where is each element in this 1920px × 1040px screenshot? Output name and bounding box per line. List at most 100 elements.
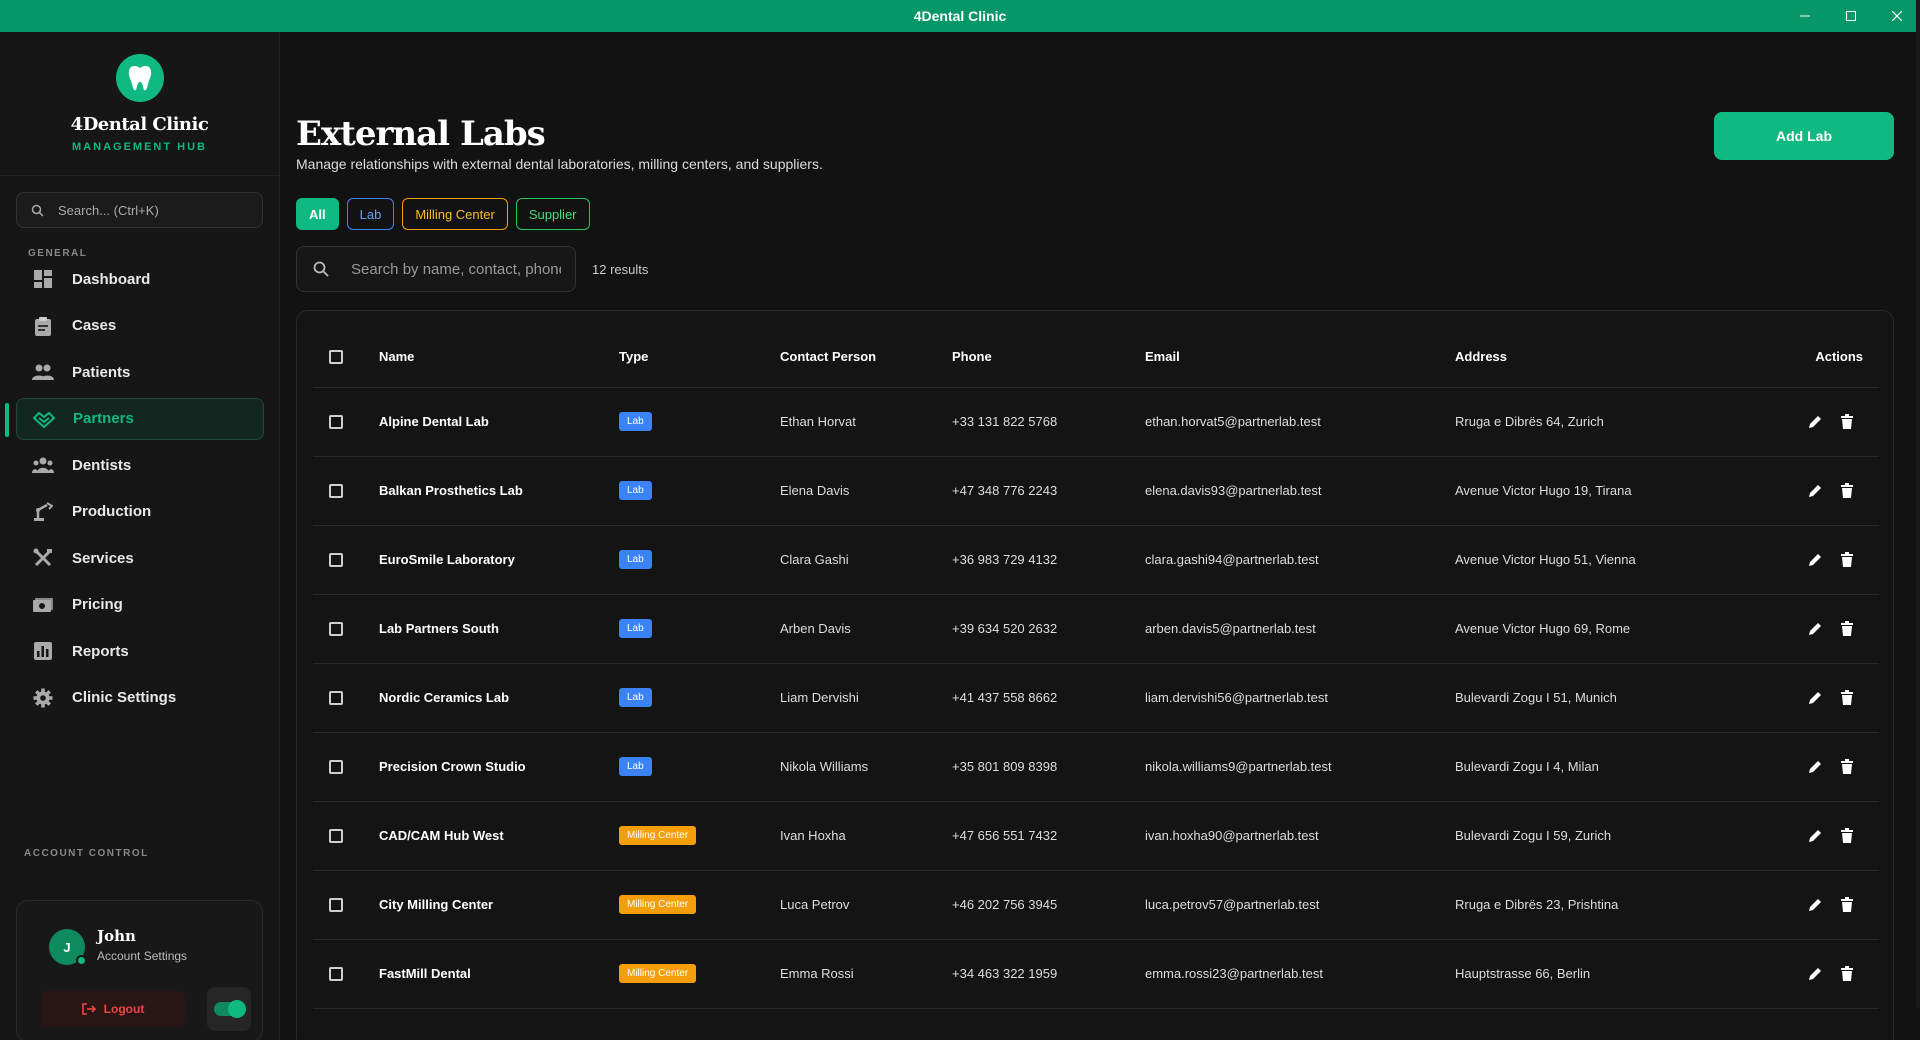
trash-icon — [1841, 483, 1853, 498]
avatar[interactable]: J — [49, 929, 87, 966]
row-checkbox[interactable] — [329, 483, 343, 498]
row-checkbox[interactable] — [329, 414, 343, 429]
window-controls — [1782, 0, 1920, 32]
filter-lab[interactable]: Lab — [346, 198, 395, 230]
section-label-account: ACCOUNT CONTROL — [24, 848, 149, 859]
sidebar-item-patients[interactable]: Patients — [16, 351, 264, 393]
logout-icon — [81, 1003, 96, 1015]
table-search-input[interactable] — [351, 260, 561, 278]
sidebar-item-services[interactable]: Services — [16, 537, 264, 579]
table-row[interactable]: EuroSmile Laboratory Lab Clara Gashi +36 98… — [313, 525, 1879, 595]
sidebar-item-dashboard[interactable]: Dashboard — [16, 258, 264, 300]
chart-icon — [32, 640, 54, 662]
delete-button[interactable] — [1841, 621, 1853, 636]
account-panel: J John Account Settings Logout — [16, 900, 263, 1040]
sidebar-item-production[interactable]: Production — [16, 491, 264, 533]
theme-toggle[interactable] — [207, 987, 251, 1031]
page-scrollbar[interactable] — [1916, 0, 1920, 1008]
select-all-checkbox[interactable] — [329, 349, 343, 364]
row-checkbox[interactable] — [329, 759, 343, 774]
table-row[interactable]: FastMill Dental Milling Center Emma Rossi +… — [313, 939, 1879, 1009]
sidebar-item-pricing[interactable]: Pricing — [16, 584, 264, 626]
lab-name[interactable]: EuroSmile Laboratory — [379, 525, 619, 595]
table-row[interactable]: Lab Partners South Lab Arben Davis +39 634 … — [313, 594, 1879, 664]
edit-button[interactable] — [1808, 690, 1823, 705]
lab-name[interactable]: FastMill Dental — [379, 939, 619, 1009]
column-phone[interactable]: Phone — [952, 327, 1145, 388]
sidebar-search[interactable]: Search... (Ctrl+K) — [16, 192, 263, 228]
close-button[interactable] — [1874, 0, 1920, 32]
type-cell: Milling Center — [619, 939, 780, 1009]
row-checkbox[interactable] — [329, 552, 343, 567]
edit-button[interactable] — [1808, 552, 1823, 567]
sidebar-item-label: Patients — [72, 363, 131, 381]
lab-name[interactable]: Precision Crown Studio — [379, 732, 619, 802]
address: Avenue Victor Hugo 51, Vienna — [1455, 525, 1705, 595]
filter-supplier[interactable]: Supplier — [515, 198, 590, 230]
column-name[interactable]: Name — [379, 327, 619, 388]
labs-table: Name Type Contact Person Phone Email Add… — [313, 327, 1879, 1009]
minimize-button[interactable] — [1782, 0, 1828, 32]
column-address[interactable]: Address — [1455, 327, 1705, 388]
table-row[interactable]: Nordic Ceramics Lab Lab Liam Dervishi +41 4… — [313, 663, 1879, 733]
edit-button[interactable] — [1808, 621, 1823, 636]
edit-button[interactable] — [1808, 828, 1823, 843]
online-status-dot — [76, 955, 87, 966]
lab-name[interactable]: Lab Partners South — [379, 594, 619, 664]
sidebar-item-dentists[interactable]: Dentists — [16, 444, 264, 486]
trash-icon — [1841, 897, 1853, 912]
column-type[interactable]: Type — [619, 327, 780, 388]
table-row[interactable]: CAD/CAM Hub West Milling Center Ivan Hoxha… — [313, 801, 1879, 871]
lab-name[interactable]: Alpine Dental Lab — [379, 387, 619, 457]
actions-cell — [1705, 870, 1879, 940]
delete-button[interactable] — [1841, 483, 1853, 498]
sidebar-search-placeholder: Search... (Ctrl+K) — [58, 202, 159, 218]
column-email[interactable]: Email — [1145, 327, 1455, 388]
type-filters: All Lab Milling Center Supplier — [296, 198, 590, 230]
lab-name[interactable]: Nordic Ceramics Lab — [379, 663, 619, 733]
sidebar-item-reports[interactable]: Reports — [16, 630, 264, 672]
lab-name[interactable]: CAD/CAM Hub West — [379, 801, 619, 871]
table-row[interactable]: City Milling Center Milling Center Luca Pe… — [313, 870, 1879, 940]
pencil-icon — [1809, 968, 1821, 980]
row-checkbox[interactable] — [329, 966, 343, 981]
edit-button[interactable] — [1808, 966, 1823, 981]
table-row[interactable]: Balkan Prosthetics Lab Lab Elena Davis +47 … — [313, 456, 1879, 526]
delete-button[interactable] — [1841, 552, 1853, 567]
delete-button[interactable] — [1841, 690, 1853, 705]
address: Bulevardi Zogu I 4, Milan — [1455, 732, 1705, 802]
maximize-button[interactable] — [1828, 0, 1874, 32]
delete-button[interactable] — [1841, 759, 1853, 774]
row-checkbox[interactable] — [329, 828, 343, 843]
table-row[interactable]: Precision Crown Studio Lab Nikola Williams… — [313, 732, 1879, 802]
account-name: John — [97, 927, 136, 945]
filter-all[interactable]: All — [296, 198, 339, 230]
account-settings-link[interactable]: Account Settings — [97, 949, 187, 963]
email: nikola.williams9@partnerlab.test — [1145, 732, 1455, 802]
people-icon — [32, 361, 54, 383]
edit-button[interactable] — [1808, 759, 1823, 774]
lab-name[interactable]: Balkan Prosthetics Lab — [379, 456, 619, 526]
delete-button[interactable] — [1841, 828, 1853, 843]
row-checkbox[interactable] — [329, 897, 343, 912]
delete-button[interactable] — [1841, 414, 1853, 429]
table-search — [296, 246, 576, 292]
row-checkbox[interactable] — [329, 621, 343, 636]
add-lab-button[interactable]: Add Lab — [1714, 112, 1894, 160]
table-row[interactable]: Alpine Dental Lab Lab Ethan Horvat +33 131 … — [313, 387, 1879, 457]
sidebar-item-cases[interactable]: Cases — [16, 305, 264, 347]
delete-button[interactable] — [1841, 966, 1853, 981]
logout-button[interactable]: Logout — [41, 991, 185, 1027]
lab-name[interactable]: City Milling Center — [379, 870, 619, 940]
delete-button[interactable] — [1841, 897, 1853, 912]
sidebar-nav: Dashboard Cases Patients Partners Dentis… — [5, 258, 264, 723]
column-contact[interactable]: Contact Person — [780, 327, 952, 388]
row-checkbox[interactable] — [329, 690, 343, 705]
sidebar-item-clinic-settings[interactable]: Clinic Settings — [16, 677, 264, 719]
edit-button[interactable] — [1808, 897, 1823, 912]
edit-button[interactable] — [1808, 483, 1823, 498]
type-badge: Lab — [619, 481, 652, 500]
edit-button[interactable] — [1808, 414, 1823, 429]
sidebar-item-partners[interactable]: Partners — [5, 397, 264, 440]
filter-milling-center[interactable]: Milling Center — [402, 198, 508, 230]
